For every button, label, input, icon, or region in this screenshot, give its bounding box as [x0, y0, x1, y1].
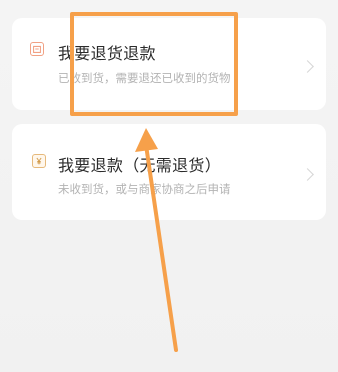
- chevron-right-icon: [301, 60, 314, 73]
- refund-yen-icon: [32, 154, 46, 168]
- option-title: 我要退款（无需退货）: [58, 156, 222, 175]
- option-subtitle: 未收到货，或与商家协商之后申请: [58, 182, 231, 196]
- return-box-icon: [30, 42, 44, 56]
- chevron-right-icon: [301, 168, 314, 181]
- option-card-refund-only[interactable]: 我要退款（无需退货） 未收到货，或与商家协商之后申请: [12, 124, 326, 220]
- annotation-highlight-box: [70, 12, 238, 116]
- refund-options-screen: 我要退货退款 已收到货，需要退还已收到的货物 我要退款（无需退货） 未收到货，或…: [0, 0, 338, 372]
